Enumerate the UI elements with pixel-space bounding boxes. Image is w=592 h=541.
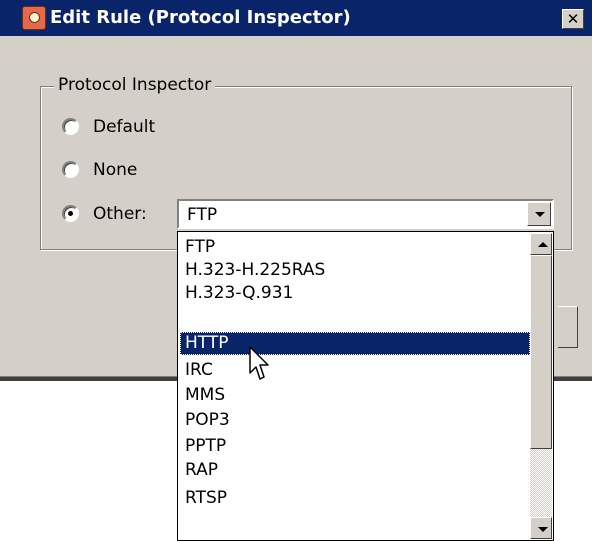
close-button[interactable]: ✕ <box>562 9 584 29</box>
list-item-selected[interactable]: HTTP <box>180 332 530 355</box>
list-item[interactable]: RTSP <box>180 487 530 510</box>
list-item[interactable]: IRC <box>180 359 530 382</box>
scroll-up-button[interactable] <box>530 233 552 255</box>
radio-none-label: None <box>93 160 138 180</box>
radio-none-button[interactable] <box>62 161 79 178</box>
radio-default-button[interactable] <box>62 118 79 135</box>
scroll-down-icon <box>538 527 548 532</box>
title-bar[interactable]: Edit Rule (Protocol Inspector) ✕ <box>0 0 592 36</box>
protocol-select-value: FTP <box>187 205 218 225</box>
protocol-dropdown-list[interactable]: FTP H.323-H.225RAS H.323-Q.931 HTTP IRC … <box>177 231 554 541</box>
list-item[interactable]: FTP <box>180 236 530 259</box>
scroll-thumb[interactable] <box>530 255 552 449</box>
list-item[interactable]: H.323-Q.931 <box>180 282 530 305</box>
list-item[interactable]: MMS <box>180 384 530 407</box>
title-separator <box>0 36 592 38</box>
radio-other-button[interactable] <box>62 205 79 222</box>
list-item[interactable]: H.323-H.225RAS <box>180 259 530 282</box>
protocol-select[interactable]: FTP <box>177 199 554 229</box>
mouse-pointer-icon <box>249 346 269 380</box>
window-title: Edit Rule (Protocol Inspector) <box>50 7 351 28</box>
chevron-down-icon <box>535 212 545 217</box>
scroll-up-icon <box>538 242 548 247</box>
dropdown-button[interactable] <box>527 202 551 226</box>
scroll-track[interactable] <box>530 449 552 517</box>
close-icon: ✕ <box>566 10 580 28</box>
list-item[interactable]: PPTP <box>180 435 530 458</box>
scroll-down-button[interactable] <box>530 517 552 539</box>
radio-other-label: Other: <box>93 204 147 224</box>
radio-default-label: Default <box>93 117 156 137</box>
group-label: Protocol Inspector <box>54 74 216 96</box>
list-item[interactable]: POP3 <box>180 409 530 432</box>
protocol-inspector-icon <box>22 6 46 30</box>
partial-button[interactable] <box>558 306 578 348</box>
list-scrollbar[interactable] <box>530 233 552 539</box>
list-item[interactable]: RAP <box>180 459 530 482</box>
